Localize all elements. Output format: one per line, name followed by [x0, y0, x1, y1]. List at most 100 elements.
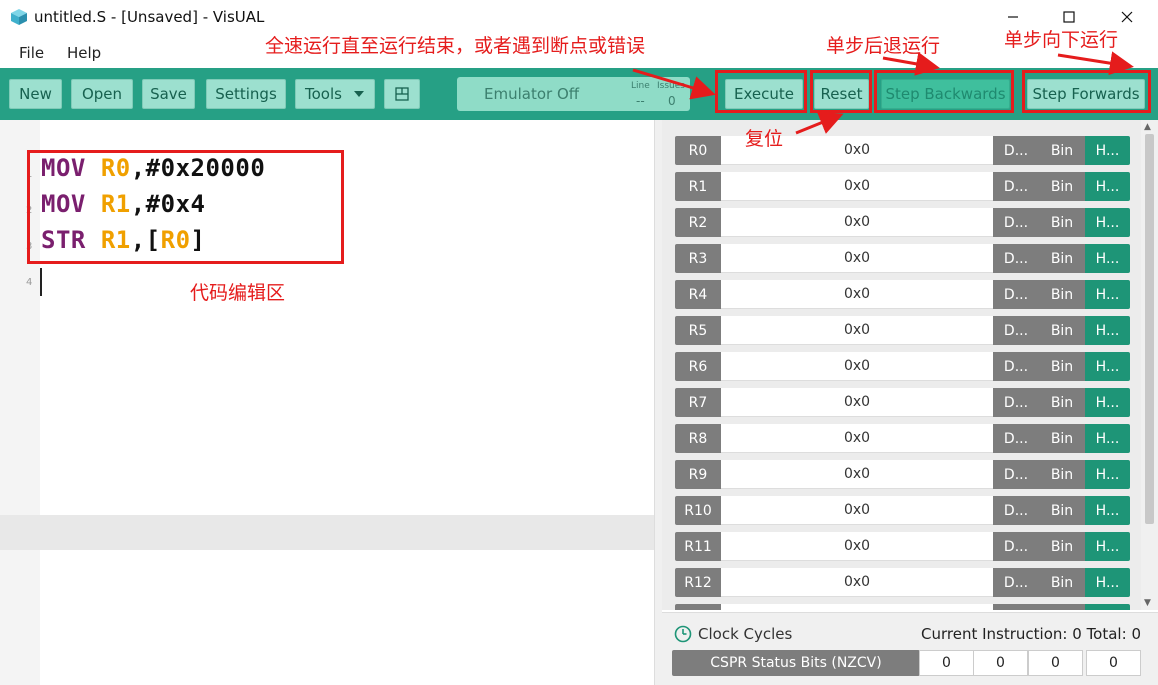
format-decimal-button[interactable]: D...: [993, 136, 1039, 165]
format-hex-button[interactable]: [1085, 604, 1130, 610]
register-row: R12 0x0 D... Bin H...: [675, 568, 1130, 597]
format-binary-button[interactable]: Bin: [1039, 280, 1085, 309]
format-binary-button[interactable]: Bin: [1039, 244, 1085, 273]
register-name: R4: [675, 280, 721, 309]
flag-z: 0: [973, 650, 1028, 676]
format-decimal-button[interactable]: D...: [993, 388, 1039, 417]
register-value: 0x0: [721, 568, 993, 597]
current-instruction-value: 0: [1072, 625, 1082, 643]
format-binary-button[interactable]: Bin: [1039, 388, 1085, 417]
scroll-thumb[interactable]: [1145, 134, 1154, 524]
register-value: 0x0: [721, 532, 993, 561]
register-value: 0x0: [721, 352, 993, 381]
format-decimal-button[interactable]: D...: [993, 532, 1039, 561]
register-row: R6 0x0 D... Bin H...: [675, 352, 1130, 381]
format-binary-button[interactable]: Bin: [1039, 568, 1085, 597]
format-hex-button[interactable]: H...: [1085, 388, 1130, 417]
clock-icon: [674, 625, 692, 643]
format-binary-button[interactable]: Bin: [1039, 352, 1085, 381]
format-decimal-button[interactable]: [993, 604, 1039, 610]
menu-file[interactable]: File: [19, 44, 44, 62]
register-value: 0x0: [721, 388, 993, 417]
line-label: Line: [631, 81, 650, 91]
editor-annotation: 代码编辑区: [190, 282, 286, 304]
step-forwards-annotation: 单步向下运行: [1004, 29, 1119, 51]
format-hex-button[interactable]: H...: [1085, 496, 1130, 525]
format-binary-button[interactable]: Bin: [1039, 136, 1085, 165]
format-hex-button[interactable]: H...: [1085, 280, 1130, 309]
format-hex-button[interactable]: H...: [1085, 172, 1130, 201]
split-divider[interactable]: [654, 120, 662, 685]
register-name: R1: [675, 172, 721, 201]
format-binary-button[interactable]: Bin: [1039, 172, 1085, 201]
format-binary-button[interactable]: Bin: [1039, 208, 1085, 237]
new-button[interactable]: New: [9, 79, 62, 109]
format-hex-button[interactable]: H...: [1085, 424, 1130, 453]
format-binary-button[interactable]: Bin: [1039, 460, 1085, 489]
current-instruction-label: Current Instruction:: [921, 625, 1068, 643]
register-name: R5: [675, 316, 721, 345]
register-row: R9 0x0 D... Bin H...: [675, 460, 1130, 489]
total-label: Total:: [1086, 625, 1127, 643]
layout-toggle-button[interactable]: [384, 79, 420, 109]
format-binary-button[interactable]: Bin: [1039, 496, 1085, 525]
register-panel: R0 0x0 D... Bin H... R1 0x0 D... Bin H... R2 0x0 D..…: [662, 120, 1158, 610]
close-icon: [1121, 11, 1133, 23]
format-hex-button[interactable]: H...: [1085, 208, 1130, 237]
format-binary-button[interactable]: [1039, 604, 1085, 610]
format-decimal-button[interactable]: D...: [993, 316, 1039, 345]
editor-highlight-box: [27, 150, 344, 264]
register-row: R1 0x0 D... Bin H...: [675, 172, 1130, 201]
scroll-up-icon[interactable]: ▲: [1144, 122, 1151, 132]
line-number: 4: [26, 277, 33, 288]
scroll-down-icon[interactable]: ▼: [1144, 598, 1151, 608]
register-name: R12: [675, 568, 721, 597]
status-panel: Clock Cycles Current Instruction: 0 Tota…: [662, 612, 1158, 685]
format-hex-button[interactable]: H...: [1085, 460, 1130, 489]
current-line-highlight: [0, 515, 654, 550]
menu-help[interactable]: Help: [67, 44, 101, 62]
cube-icon: [11, 9, 27, 25]
format-decimal-button[interactable]: D...: [993, 244, 1039, 273]
register-name: R9: [675, 460, 721, 489]
format-decimal-button[interactable]: D...: [993, 424, 1039, 453]
register-value: 0x0: [721, 424, 993, 453]
settings-button[interactable]: Settings: [206, 79, 286, 109]
format-decimal-button[interactable]: D...: [993, 280, 1039, 309]
flag-v: 0: [1086, 650, 1141, 676]
open-button[interactable]: Open: [71, 79, 133, 109]
format-hex-button[interactable]: H...: [1085, 352, 1130, 381]
tools-label: Tools: [305, 85, 342, 103]
format-decimal-button[interactable]: D...: [993, 352, 1039, 381]
register-name: R2: [675, 208, 721, 237]
register-value: 0x0: [721, 496, 993, 525]
format-binary-button[interactable]: Bin: [1039, 424, 1085, 453]
register-name: [675, 604, 721, 610]
minimize-icon: [1008, 16, 1018, 18]
format-decimal-button[interactable]: D...: [993, 496, 1039, 525]
emulator-status-box: Emulator Off Line Issues -- 0: [457, 77, 690, 111]
format-decimal-button[interactable]: D...: [993, 208, 1039, 237]
format-binary-button[interactable]: Bin: [1039, 532, 1085, 561]
format-decimal-button[interactable]: D...: [993, 172, 1039, 201]
save-button[interactable]: Save: [142, 79, 195, 109]
format-hex-button[interactable]: H...: [1085, 316, 1130, 345]
register-name: R3: [675, 244, 721, 273]
format-binary-button[interactable]: Bin: [1039, 316, 1085, 345]
step-forwards-highlight-box: [1022, 70, 1151, 113]
register-row: R5 0x0 D... Bin H...: [675, 316, 1130, 345]
format-hex-button[interactable]: H...: [1085, 532, 1130, 561]
format-hex-button[interactable]: H...: [1085, 244, 1130, 273]
format-hex-button[interactable]: H...: [1085, 568, 1130, 597]
format-hex-button[interactable]: H...: [1085, 136, 1130, 165]
register-row-partial: [675, 604, 1130, 610]
register-name: R7: [675, 388, 721, 417]
issues-value: 0: [668, 94, 676, 108]
format-decimal-button[interactable]: D...: [993, 568, 1039, 597]
register-scrollbar[interactable]: ▲ ▼: [1141, 120, 1158, 610]
format-decimal-button[interactable]: D...: [993, 460, 1039, 489]
register-name: R10: [675, 496, 721, 525]
register-value: 0x0: [721, 460, 993, 489]
tools-dropdown[interactable]: Tools: [295, 79, 375, 109]
line-value: --: [636, 94, 645, 108]
